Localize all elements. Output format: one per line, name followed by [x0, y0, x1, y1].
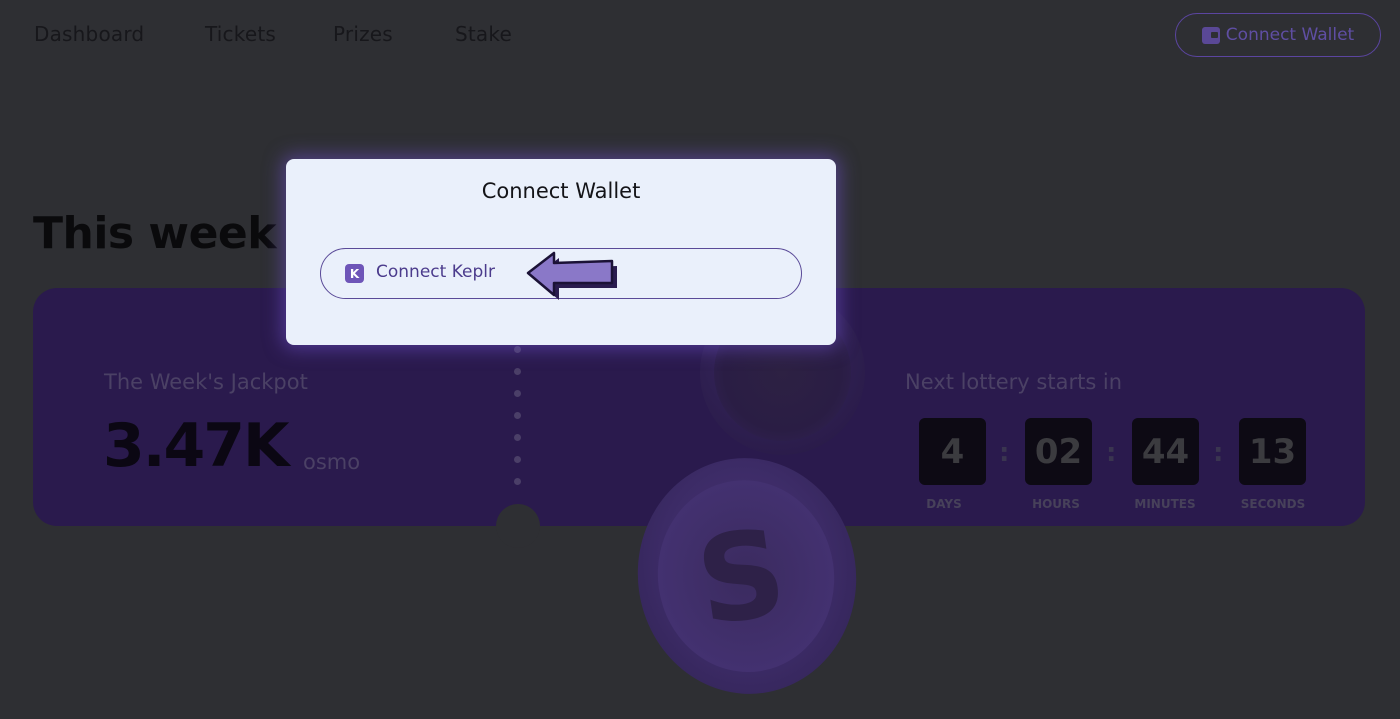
perforation-dot: [514, 390, 521, 397]
countdown-separator: :: [1213, 438, 1224, 468]
arrow-pointer-icon: [526, 251, 617, 300]
connect-wallet-label: Connect Wallet: [1225, 25, 1355, 45]
countdown-separator: :: [999, 438, 1010, 468]
countdown-minutes: 44: [1132, 418, 1199, 485]
ticket-perforation: [514, 346, 521, 485]
modal-title: Connect Wallet: [481, 179, 641, 203]
countdown-seconds-caption: SECONDS: [1240, 497, 1306, 511]
countdown-days: 4: [919, 418, 986, 485]
page: Dashboard Tickets Prizes Stake Connect W…: [0, 0, 1400, 719]
nav-stake[interactable]: Stake: [455, 22, 512, 46]
ticket-notch: [496, 504, 540, 548]
keplr-logo-icon: K: [345, 264, 364, 283]
nav-dashboard[interactable]: Dashboard: [34, 22, 144, 46]
countdown-seconds: 13: [1239, 418, 1306, 485]
section-title: This week: [33, 208, 277, 259]
jackpot-value: 3.47K: [103, 411, 290, 481]
perforation-dot: [514, 478, 521, 485]
nav-prizes[interactable]: Prizes: [333, 22, 393, 46]
perforation-dot: [514, 346, 521, 353]
jackpot-unit: osmo: [303, 450, 361, 474]
nav-tickets[interactable]: Tickets: [205, 22, 276, 46]
connect-wallet-button[interactable]: Connect Wallet: [1175, 13, 1381, 57]
countdown-hours-caption: HOURS: [1032, 497, 1080, 511]
perforation-dot: [514, 434, 521, 441]
connect-wallet-modal: Connect Wallet K Connect Keplr: [286, 159, 836, 345]
countdown-label: Next lottery starts in: [905, 370, 1123, 394]
wallet-icon: [1201, 26, 1220, 44]
countdown-minutes-caption: MINUTES: [1134, 497, 1196, 511]
connect-keplr-label: Connect Keplr: [376, 262, 495, 282]
countdown-days-caption: DAYS: [926, 497, 962, 511]
perforation-dot: [514, 456, 521, 463]
jackpot-label: The Week's Jackpot: [104, 370, 308, 394]
perforation-dot: [514, 368, 521, 375]
countdown-separator: :: [1106, 438, 1117, 468]
perforation-dot: [514, 412, 521, 419]
countdown-hours: 02: [1025, 418, 1092, 485]
